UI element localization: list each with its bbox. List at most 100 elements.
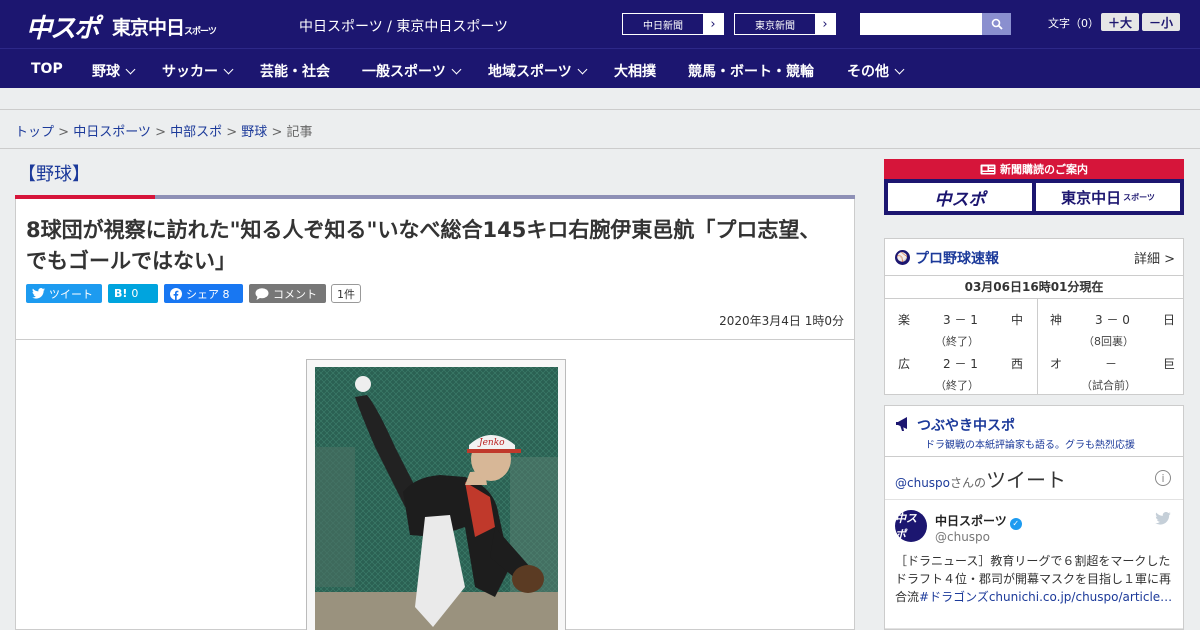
tweet-author-label: 中日スポーツ [935, 514, 1007, 528]
nav-label: 一般スポーツ [362, 64, 446, 80]
subscription-ad-label: 新聞購読のご案内 [1000, 163, 1088, 176]
hatena-button[interactable]: B! 0 [108, 284, 158, 303]
nav-label: サッカー [162, 64, 218, 80]
article-photo[interactable]: Jenko [315, 367, 558, 630]
hatena-count: 0 [131, 287, 139, 300]
search-icon [991, 18, 1003, 30]
nav-label: 芸能・社会 [260, 64, 330, 80]
nav-item-soccer[interactable]: サッカー [162, 61, 234, 81]
chevron-down-icon [451, 64, 462, 75]
font-smaller-button[interactable]: －小 [1142, 13, 1180, 31]
info-icon[interactable]: i [1155, 470, 1171, 486]
breadcrumb-sep: > [267, 125, 287, 140]
game-1-status: （終了） [935, 335, 979, 348]
nav-label: 競馬・ボート・競輪 [688, 64, 814, 80]
game-1-away: 中 [1011, 313, 1024, 327]
subscription-ad-title: 新聞購読のご案内 [884, 159, 1184, 179]
avatar[interactable]: 中スポ [895, 510, 927, 542]
ad-tokyo-chunichi[interactable]: 東京中日 スポーツ [1036, 183, 1180, 211]
verified-badge-icon: ✓ [1009, 517, 1022, 530]
game-2-home: 神 [1050, 313, 1063, 327]
tokyo-chunichi-logo-small: スポーツ [184, 27, 217, 37]
nav-label: 大相撲 [614, 64, 656, 80]
game-3-away: 西 [1011, 357, 1024, 371]
game-2-score[interactable]: 3 － 0 [1095, 311, 1130, 328]
divider [0, 148, 1200, 149]
facebook-share-button[interactable]: シェア 8 [164, 284, 243, 303]
chevron-down-icon [894, 64, 905, 75]
game-4-home: オ [1050, 357, 1063, 371]
nav-item-sumo[interactable]: 大相撲 [614, 61, 656, 81]
nav-item-racing[interactable]: 競馬・ボート・競輪 [688, 61, 814, 81]
game-3-score[interactable]: 2 － 1 [943, 355, 978, 372]
baseball-scores-panel: ⚾ プロ野球速報 詳細 > 03月06日16時01分現在 楽 3 － 1 中 （… [884, 238, 1184, 395]
nav-item-general-sports[interactable]: 一般スポーツ [362, 61, 462, 81]
tweet-author-handle[interactable]: @chuspo [935, 530, 990, 544]
tokyo-chunichi-logo[interactable]: 東京中日スポーツ [112, 13, 217, 40]
newspaper-icon [980, 164, 996, 174]
nav-item-entertainment[interactable]: 芸能・社会 [260, 61, 330, 81]
tweet-author-name[interactable]: 中日スポーツ ✓ [935, 512, 1022, 530]
tokyo-shimbun-label: 東京新聞 [755, 20, 795, 32]
breadcrumb-chubu-spo[interactable]: 中部スポ [170, 125, 222, 140]
tweets-panel-title: つぶやき中スポ [917, 418, 1015, 434]
baseball-panel-title: プロ野球速報 [915, 251, 999, 267]
pitcher-photo-illustration: Jenko [315, 367, 558, 630]
article-card: 8球団が視察に訪れた"知る人ぞ知る"いなべ総合145キロ右腕伊東邑航「プロ志望、… [15, 199, 855, 630]
game-3-status: （終了） [935, 379, 979, 392]
article-photo-frame: Jenko [306, 359, 566, 630]
breadcrumb-sep: > [150, 125, 171, 140]
cap-text: Jenko [477, 438, 505, 448]
breadcrumb-chunichi-sports[interactable]: 中日スポーツ [73, 125, 151, 140]
facebook-icon [170, 287, 182, 300]
baseball-details-link[interactable]: 詳細 > [1134, 248, 1175, 267]
game-2-away: 日 [1163, 313, 1176, 327]
tokyo-shimbun-button[interactable]: 東京新聞 › [734, 13, 836, 35]
tweet-button[interactable]: ツイート [26, 284, 102, 303]
nav-item-other[interactable]: その他 [847, 61, 905, 81]
tweets-handle-link[interactable]: @chuspo [895, 476, 950, 490]
game-4-status: （試合前） [1081, 379, 1136, 392]
breadcrumb-sep: > [54, 125, 74, 140]
twitter-bird-icon [32, 288, 45, 299]
search-input[interactable] [860, 13, 982, 35]
breadcrumb-baseball[interactable]: 野球 [241, 125, 267, 140]
site-links[interactable]: 中日スポーツ / 東京中日スポーツ [299, 16, 508, 36]
article-category: 【野球】 [18, 164, 90, 185]
chuspo-logo[interactable]: 中スポ [26, 8, 100, 45]
chunichi-shimbun-button[interactable]: 中日新聞 › [622, 13, 724, 35]
top-header: 中スポ 東京中日スポーツ 中日スポーツ / 東京中日スポーツ 中日新聞 › 東京… [0, 0, 1200, 48]
breadcrumb-sep: > [222, 125, 242, 140]
twitter-bird-icon[interactable] [1155, 512, 1171, 525]
nav-item-top[interactable]: TOP [31, 61, 63, 77]
chevron-down-icon [223, 64, 234, 75]
game-4-score[interactable]: － [1105, 355, 1117, 372]
ad-chuspo[interactable]: 中スポ [888, 183, 1032, 211]
search-button[interactable] [982, 13, 1011, 35]
nav-label: その他 [847, 64, 889, 80]
tweets-header: @chuspoさんのツイート [895, 464, 1066, 493]
chevron-down-icon [125, 64, 136, 75]
tweet-link[interactable]: #ドラゴンズchunichi.co.jp/chuspo/article… [919, 590, 1172, 604]
tweet-text: ［ドラニュース］教育リーグで６割超をマークしたドラフト４位・郡司が開幕マスクを目… [895, 552, 1175, 606]
breadcrumb-top[interactable]: トップ [15, 125, 54, 140]
game-3-home: 広 [898, 357, 911, 371]
nav-item-baseball[interactable]: 野球 [92, 61, 136, 81]
nav-item-regional-sports[interactable]: 地域スポーツ [488, 61, 588, 81]
chevron-right-icon: › [815, 14, 835, 34]
font-larger-button[interactable]: ＋大 [1101, 13, 1139, 31]
comment-count[interactable]: 1件 [331, 284, 361, 303]
header-spacer [0, 88, 1200, 110]
tokyo-chunichi-logo-text: 東京中日 [112, 17, 185, 39]
divider [16, 339, 854, 340]
hatena-icon: B! [114, 287, 128, 300]
tweets-header-big: ツイート [986, 468, 1067, 492]
comment-button[interactable]: コメント [249, 284, 326, 303]
tweets-header-mid: さんの [950, 476, 987, 490]
game-4-away: 巨 [1163, 357, 1176, 371]
chunichi-shimbun-label: 中日新聞 [643, 20, 683, 32]
chevron-down-icon [577, 64, 588, 75]
divider [885, 499, 1183, 500]
game-1-score[interactable]: 3 － 1 [943, 311, 978, 328]
font-size-label: 文字（0） [1048, 17, 1099, 30]
